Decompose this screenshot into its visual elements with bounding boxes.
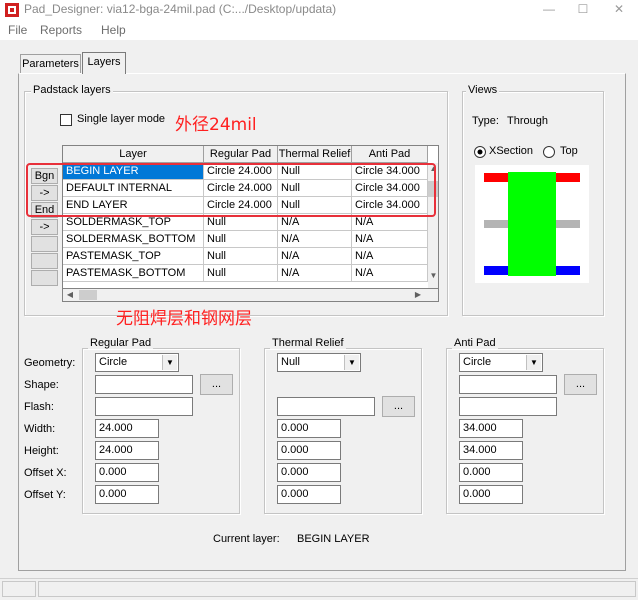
regular-pad-shape-browse-button[interactable]: ... <box>200 374 233 395</box>
anti-pad-cell[interactable]: N/A <box>352 248 428 265</box>
regular-pad-flash-field[interactable] <box>95 397 193 416</box>
thermal-relief-cell[interactable]: N/A <box>278 265 352 282</box>
minimize-button[interactable]: — <box>532 0 566 20</box>
column-header-thermal-relief[interactable]: Thermal Relief <box>278 146 352 163</box>
row-button[interactable] <box>31 253 58 269</box>
regular-pad-title: Regular Pad <box>88 337 154 349</box>
regular-pad-width-field[interactable]: 24.000 <box>95 419 159 438</box>
status-bar <box>0 578 638 600</box>
thermal-relief-flash-field[interactable] <box>277 397 375 416</box>
scroll-right-icon[interactable]: ▶ <box>412 289 424 301</box>
anti-pad-height-field[interactable]: 34.000 <box>459 441 523 460</box>
column-header-anti-pad[interactable]: Anti Pad <box>352 146 428 163</box>
status-pane <box>38 581 636 597</box>
layer-cell[interactable]: PASTEMASK_TOP <box>63 248 204 265</box>
xsection-radio[interactable] <box>473 145 487 159</box>
regular-pad-cell[interactable]: Null <box>204 265 278 282</box>
thermal-relief-offset-y-field[interactable]: 0.000 <box>277 485 341 504</box>
tab-parameters[interactable]: Parameters <box>20 54 81 74</box>
anti-pad-cell[interactable]: N/A <box>352 265 428 282</box>
anti-pad-flash-field[interactable] <box>459 397 557 416</box>
regular-pad-shape-field[interactable] <box>95 375 193 394</box>
column-header-layer[interactable]: Layer <box>63 146 204 163</box>
chevron-down-icon[interactable]: ▼ <box>162 355 177 370</box>
type-label: Type: <box>472 115 499 127</box>
padstack-layers-title: Padstack layers <box>31 84 113 96</box>
top-label: Top <box>560 145 578 157</box>
thermal-relief-width-field[interactable]: 0.000 <box>277 419 341 438</box>
maximize-button[interactable]: ☐ <box>566 0 600 20</box>
thermal-relief-geometry-select[interactable]: Null ▼ <box>277 353 361 372</box>
anti-pad-title: Anti Pad <box>452 337 498 349</box>
width-label: Width: <box>24 423 56 435</box>
thermal-relief-height-field[interactable]: 0.000 <box>277 441 341 460</box>
thermal-relief-offset-x-field[interactable]: 0.000 <box>277 463 341 482</box>
regular-pad-geometry-select[interactable]: Circle ▼ <box>95 353 179 372</box>
shape-label: Shape: <box>24 379 59 391</box>
regular-pad-height-field[interactable]: 24.000 <box>95 441 159 460</box>
xsection-label: XSection <box>489 145 534 157</box>
anti-pad-geometry-select[interactable]: Circle ▼ <box>459 353 543 372</box>
thermal-relief-cell[interactable]: N/A <box>278 248 352 265</box>
layer-cell[interactable]: PASTEMASK_BOTTOM <box>63 265 204 282</box>
offset-x-label: Offset X: <box>24 467 67 479</box>
current-layer-value: BEGIN LAYER <box>297 533 370 545</box>
anti-pad-width-field[interactable]: 34.000 <box>459 419 523 438</box>
row-button[interactable] <box>31 270 58 286</box>
menu-file[interactable]: File <box>8 23 27 37</box>
chevron-down-icon[interactable]: ▼ <box>526 355 541 370</box>
via-barrel <box>508 172 556 276</box>
menu-reports[interactable]: Reports <box>40 23 82 37</box>
anti-pad-offset-y-field[interactable]: 0.000 <box>459 485 523 504</box>
geometry-label: Geometry: <box>24 357 76 369</box>
regular-pad-geometry-value: Circle <box>99 356 128 368</box>
horizontal-scrollbar[interactable]: ◀ ▶ <box>62 289 439 302</box>
scroll-down-icon[interactable]: ▼ <box>428 270 438 281</box>
menu-help[interactable]: Help <box>101 23 126 37</box>
regular-pad-cell[interactable]: Null <box>204 231 278 248</box>
annotation-highlight-box <box>26 163 436 217</box>
thermal-relief-title: Thermal Relief <box>270 337 346 349</box>
annotation-no-mask-paste: 无阻焊层和钢网层 <box>116 309 252 329</box>
anti-pad-geometry-value: Circle <box>463 356 492 368</box>
cross-section-view <box>475 165 589 283</box>
column-header-regular-pad[interactable]: Regular Pad <box>204 146 278 163</box>
app-icon <box>5 3 19 17</box>
row-button-arrow[interactable]: -> <box>31 219 58 235</box>
window-title: Pad_Designer: via12-bga-24mil.pad (C:...… <box>24 2 337 16</box>
row-button[interactable] <box>31 236 58 252</box>
single-layer-mode-label: Single layer mode <box>77 113 166 125</box>
regular-pad-cell[interactable]: Null <box>204 248 278 265</box>
thermal-relief-geometry-value: Null <box>281 356 300 368</box>
type-value: Through <box>507 115 548 127</box>
current-layer-label: Current layer: <box>213 533 280 545</box>
layer-cell[interactable]: SOLDERMASK_BOTTOM <box>63 231 204 248</box>
anti-pad-offset-x-field[interactable]: 0.000 <box>459 463 523 482</box>
flash-label: Flash: <box>24 401 54 413</box>
annotation-outer-diameter: 外径24mil <box>175 115 257 135</box>
close-button[interactable]: ✕ <box>602 0 636 20</box>
tab-layers[interactable]: Layers <box>82 52 126 74</box>
top-radio[interactable] <box>542 145 556 159</box>
anti-pad-shape-field[interactable] <box>459 375 557 394</box>
anti-pad-shape-browse-button[interactable]: ... <box>564 374 597 395</box>
thermal-relief-flash-browse-button[interactable]: ... <box>382 396 415 417</box>
scroll-left-icon[interactable]: ◀ <box>64 289 76 301</box>
scroll-thumb[interactable] <box>79 290 97 300</box>
regular-pad-offset-y-field[interactable]: 0.000 <box>95 485 159 504</box>
chevron-down-icon[interactable]: ▼ <box>344 355 359 370</box>
status-pane <box>2 581 36 597</box>
thermal-relief-cell[interactable]: N/A <box>278 231 352 248</box>
anti-pad-cell[interactable]: N/A <box>352 231 428 248</box>
offset-y-label: Offset Y: <box>24 489 66 501</box>
title-bar: Pad_Designer: via12-bga-24mil.pad (C:...… <box>0 0 638 20</box>
regular-pad-offset-x-field[interactable]: 0.000 <box>95 463 159 482</box>
menu-bar: File Reports Help <box>0 20 638 40</box>
height-label: Height: <box>24 445 59 457</box>
single-layer-mode-checkbox[interactable] <box>60 114 72 126</box>
views-title: Views <box>466 84 500 96</box>
